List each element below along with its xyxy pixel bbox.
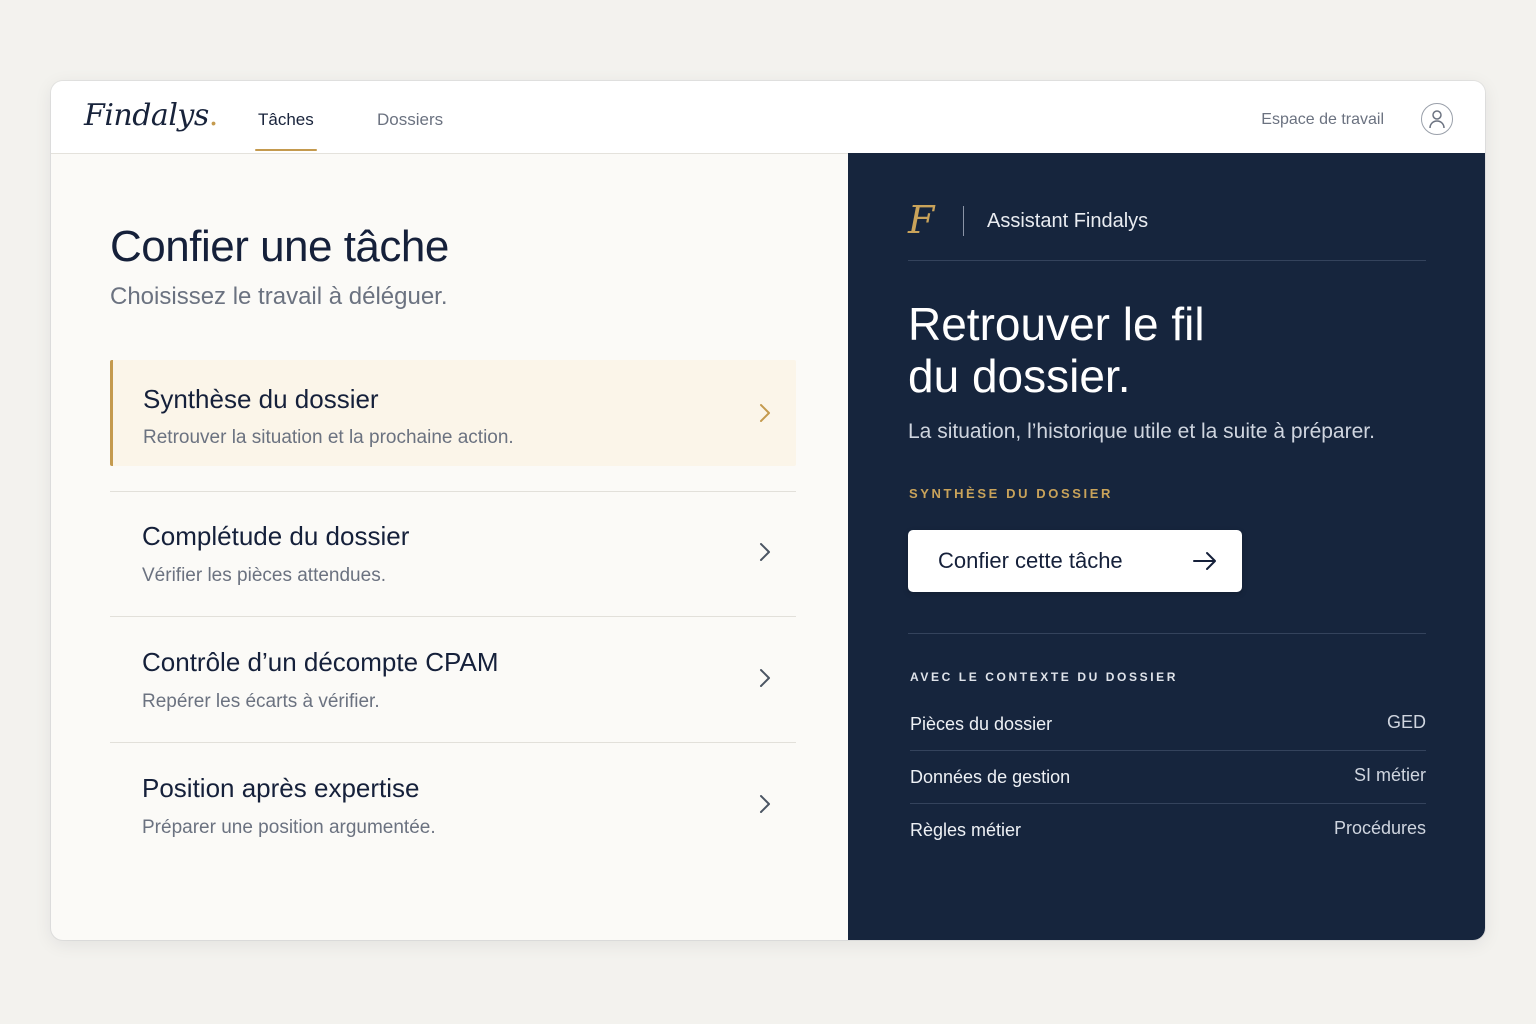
cta-label: Confier cette tâche [938,548,1123,573]
tab-taches[interactable]: Tâches [255,81,317,153]
context-item-name: Pièces du dossier [910,714,1053,734]
task-title: Contrôle d’un décompte CPAM [142,647,499,677]
assistant-panel: F Assistant Findalys Retrouver le fil du… [848,153,1485,940]
context-item-name: Règles métier [910,820,1022,840]
context-item-name: Données de gestion [910,767,1071,787]
chevron-right-icon [760,669,770,687]
chevron-right-icon [760,404,770,422]
context-item-source: SI métier [1353,765,1426,785]
context-item-source: Procédures [1333,818,1426,838]
tab-taches-label: Tâches [258,110,314,129]
chevron-right-icon [760,795,770,813]
chevron-right-icon [760,543,770,561]
page-title: Confier une tâche [110,222,449,271]
header-divider [963,206,964,236]
page-subtitle: Choisissez le travail à déléguer. [110,283,448,310]
user-avatar-button[interactable] [1421,103,1453,135]
context-item: Données de gestion SI métier [910,751,1426,804]
task-description: Retrouver la situation et la prochaine a… [143,427,514,448]
confier-tache-button[interactable]: Confier cette tâche [908,530,1242,592]
assistant-logo-mark: F [908,198,935,242]
context-section-label: AVEC LE CONTEXTE DU DOSSIER [910,670,1179,684]
task-item-synthese[interactable]: Synthèse du dossier Retrouver la situati… [110,360,796,492]
task-item-controle-cpam[interactable]: Contrôle d’un décompte CPAM Repérer les … [110,617,796,743]
task-description: Repérer les écarts à vérifier. [142,691,380,712]
task-item-position-expertise[interactable]: Position après expertise Préparer une po… [110,743,796,868]
task-item-completude[interactable]: Complétude du dossier Vérifier les pièce… [110,491,796,617]
context-item: Pièces du dossier GED [910,698,1426,751]
task-title: Complétude du dossier [142,521,410,551]
findalys-logo[interactable]: Findalys. [84,98,218,133]
context-item: Règles métier Procédures [910,804,1426,856]
assistant-hero-title: Retrouver le fil du dossier. [908,298,1205,402]
context-list: Pièces du dossier GED Données de gestion… [910,698,1426,856]
task-list: Synthèse du dossier Retrouver la situati… [110,360,796,868]
top-nav-bar: Findalys. Tâches Dossiers Espace de trav… [51,81,1485,154]
assistant-hero-subtitle: La situation, l’historique utile et la s… [908,420,1375,443]
context-divider [908,633,1426,634]
active-tab-underline [255,149,317,151]
tab-dossiers[interactable]: Dossiers [377,81,443,153]
app-window: Findalys. Tâches Dossiers Espace de trav… [51,81,1485,940]
assistant-name: Assistant Findalys [987,210,1149,232]
task-selection-panel: Confier une tâche Choisissez le travail … [51,153,848,940]
user-icon [1429,110,1445,129]
task-title: Position après expertise [142,773,420,803]
assistant-header: F Assistant Findalys [908,198,1426,261]
selected-task-label: SYNTHÈSE DU DOSSIER [909,486,1113,501]
arrow-right-icon [1193,552,1216,570]
context-item-source: GED [1386,712,1426,732]
task-title: Synthèse du dossier [143,384,379,414]
tab-dossiers-label: Dossiers [377,110,444,129]
task-description: Préparer une position argumentée. [142,817,436,838]
logo-dot: . [208,98,219,133]
workspace-link[interactable]: Espace de travail [1261,81,1384,153]
task-description: Vérifier les pièces attendues. [142,565,386,586]
